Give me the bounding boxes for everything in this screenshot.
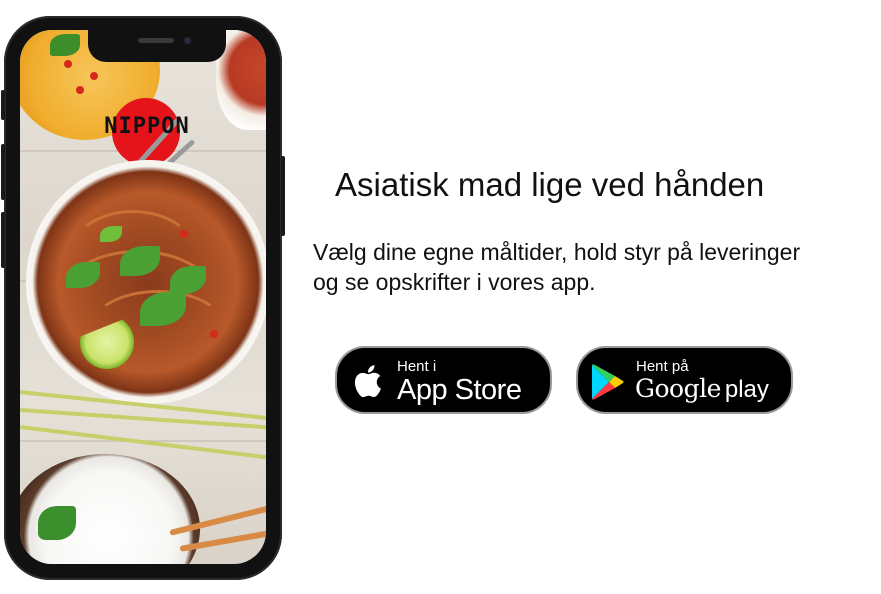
phone-volume-down-button bbox=[1, 212, 5, 268]
chili-slice bbox=[210, 330, 218, 338]
phone-camera bbox=[184, 37, 191, 44]
phone-side-button bbox=[1, 90, 5, 120]
promo-description-line: og se opskrifter i vores app. bbox=[313, 269, 596, 295]
phone-mockup: NIPPON bbox=[1, 16, 285, 580]
phone-screen: NIPPON bbox=[20, 30, 266, 564]
google-play-icon bbox=[592, 364, 624, 400]
app-promo-page: NIPPON Asiatisk mad lige ved hånden Vælg… bbox=[0, 0, 881, 594]
chili-slice bbox=[90, 72, 98, 80]
promo-description: Vælg dine egne måltider, hold styr på le… bbox=[313, 237, 873, 297]
app-store-button[interactable]: Hent i App Store bbox=[335, 346, 552, 414]
google-wordmark: Google bbox=[635, 374, 721, 403]
lemongrass-stalk bbox=[20, 425, 266, 460]
chili-slice bbox=[64, 60, 72, 68]
herb-garnish bbox=[38, 506, 76, 540]
chili-slice bbox=[76, 86, 84, 94]
nippon-logo-text: NIPPON bbox=[104, 114, 190, 139]
app-store-big-label: App Store bbox=[397, 374, 522, 406]
phone-notch bbox=[88, 30, 226, 62]
google-play-big-label: Google play bbox=[635, 374, 769, 404]
herb-garnish bbox=[50, 34, 80, 56]
promo-headline: Asiatisk mad lige ved hånden bbox=[335, 166, 765, 203]
phone-volume-up-button bbox=[1, 144, 5, 200]
promo-description-line: Vælg dine egne måltider, hold styr på le… bbox=[313, 239, 801, 265]
apple-icon bbox=[354, 365, 381, 398]
google-play-small-label: Hent på bbox=[636, 358, 689, 375]
phone-power-button bbox=[281, 156, 285, 236]
app-store-small-label: Hent i bbox=[397, 358, 437, 375]
chili-slice bbox=[180, 230, 188, 238]
phone-speaker bbox=[138, 38, 174, 43]
play-wordmark: play bbox=[724, 376, 769, 403]
google-play-button[interactable]: Hent på Google play bbox=[576, 346, 793, 414]
